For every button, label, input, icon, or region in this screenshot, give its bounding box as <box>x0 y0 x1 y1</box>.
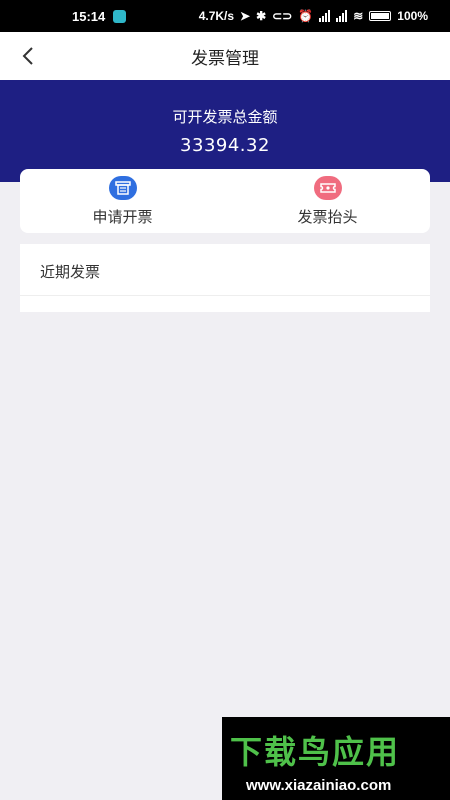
alarm-icon: ⏰ <box>298 9 314 23</box>
status-left: 15:14 <box>72 8 127 24</box>
back-button[interactable] <box>14 42 42 70</box>
divider <box>20 295 430 296</box>
status-bar: 15:14 4.7K/s ➤ ✱ ⊂⊃ ⏰ ≋ 100% <box>0 0 450 32</box>
telegram-icon <box>113 9 127 23</box>
apply-invoice-button[interactable]: 申请开票 <box>20 169 225 233</box>
watermark-url: www.xiazainiao.com <box>246 777 392 794</box>
battery-level: 100% <box>397 9 428 23</box>
battery-icon <box>369 11 392 21</box>
ticket-icon <box>313 175 342 200</box>
signal-icon <box>319 10 331 22</box>
invoice-header-button[interactable]: 发票抬头 <box>225 169 430 233</box>
location-icon: ➤ <box>240 9 251 23</box>
summary-banner: 可开发票总金额 33394.32 <box>0 80 450 182</box>
signal-icon-2 <box>336 10 348 22</box>
link-icon: ⊂⊃ <box>272 9 293 23</box>
action-card: 申请开票 发票抬头 <box>20 169 430 233</box>
total-amount-value: 33394.32 <box>180 135 270 156</box>
wifi-icon: ≋ <box>353 9 364 23</box>
recent-invoices-section: 近期发票 <box>20 244 430 312</box>
recent-invoices-title: 近期发票 <box>40 263 101 281</box>
total-amount-label: 可开发票总金额 <box>172 108 278 126</box>
net-speed: 4.7K/s <box>198 9 235 23</box>
watermark-brand: 下载鸟应用 <box>230 733 401 771</box>
bluetooth-icon: ✱ <box>256 9 267 23</box>
status-time: 15:14 <box>72 8 106 24</box>
page-title: 发票管理 <box>191 48 259 69</box>
watermark: 下载鸟应用 www.xiazainiao.com <box>222 717 450 800</box>
nav-bar: 发票管理 <box>0 32 450 80</box>
chevron-left-icon <box>22 47 33 65</box>
invoice-icon <box>108 175 137 200</box>
status-right: 4.7K/s ➤ ✱ ⊂⊃ ⏰ ≋ 100% <box>199 9 428 23</box>
invoice-header-label: 发票抬头 <box>297 207 358 226</box>
apply-invoice-label: 申请开票 <box>92 207 153 226</box>
